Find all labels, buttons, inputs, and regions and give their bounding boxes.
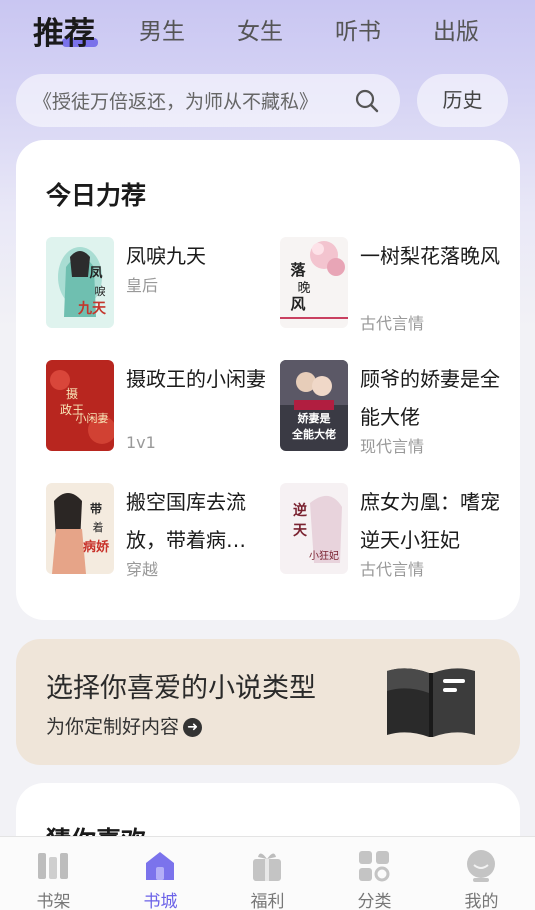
svg-text:摄: 摄 <box>66 386 78 401</box>
nav-label: 我的 <box>464 892 499 910</box>
book-item[interactable]: 摄 政王 小闲妻 摄政王的小闲妻 1v1 <box>46 360 276 460</box>
svg-text:唳: 唳 <box>95 284 106 298</box>
promo-subtitle[interactable]: 为你定制好内容 ➜ <box>46 712 203 739</box>
nav-profile[interactable]: 我的 <box>428 837 535 910</box>
book-item[interactable]: 娇妻是 全能大佬 顾爷的娇妻是全能大佬 现代言情 <box>280 360 510 460</box>
category-icon <box>359 851 390 882</box>
book-tag: 皇后 <box>126 276 159 295</box>
genre-preference-banner[interactable]: 选择你喜爱的小说类型 为你定制好内容 ➜ <box>16 639 520 765</box>
tab-female[interactable]: 女生 <box>237 12 283 46</box>
bookstore-icon <box>146 852 174 880</box>
book-item[interactable]: 逆 天 小狂妃 庶女为凰：嗜宠逆天小狂妃 古代言情 <box>280 483 510 583</box>
recommend-card: 今日力荐 凤 唳 九天 凤唳九天 皇后 落 晚 风 一树梨花落晚风 古代言情 摄… <box>16 140 520 620</box>
svg-text:带: 带 <box>90 501 102 516</box>
book-title[interactable]: 顾爷的娇妻是全能大佬 <box>360 360 500 436</box>
book-title[interactable]: 凤唳九天 <box>126 237 266 275</box>
tab-publishing[interactable]: 出版 <box>433 12 479 46</box>
book-item[interactable]: 带 着 病娇 搬空国库去流放，带着病… 穿越 <box>46 483 276 583</box>
tab-audiobook[interactable]: 听书 <box>335 12 381 46</box>
book-cover[interactable]: 带 着 病娇 <box>46 483 114 574</box>
svg-text:娇妻是: 娇妻是 <box>298 411 332 425</box>
history-button[interactable]: 历史 <box>417 74 508 127</box>
arrow-right-icon: ➜ <box>183 718 203 737</box>
promo-title: 选择你喜爱的小说类型 <box>46 673 316 704</box>
bookshelf-icon <box>38 853 68 879</box>
search-input[interactable]: 《授徒万倍返还，为师从不藏私》 <box>16 74 400 127</box>
book-title[interactable]: 搬空国库去流放，带着病… <box>126 483 266 559</box>
search-placeholder: 《授徒万倍返还，为师从不藏私》 <box>33 91 319 113</box>
book-title[interactable]: 摄政王的小闲妻 <box>126 360 266 398</box>
book-item[interactable]: 凤 唳 九天 凤唳九天 皇后 <box>46 237 276 337</box>
book-tag: 古代言情 <box>360 314 425 333</box>
book-item[interactable]: 落 晚 风 一树梨花落晚风 古代言情 <box>280 237 510 337</box>
profile-icon <box>467 850 495 882</box>
nav-bookstore[interactable]: 书城 <box>107 837 214 910</box>
book-title[interactable]: 庶女为凰：嗜宠逆天小狂妃 <box>360 483 500 559</box>
book-cover[interactable]: 落 晚 风 <box>280 237 348 328</box>
nav-label: 书架 <box>36 892 71 910</box>
svg-text:落: 落 <box>290 261 306 279</box>
svg-text:全能大佬: 全能大佬 <box>291 427 336 441</box>
svg-text:晚: 晚 <box>297 281 310 296</box>
book-cover[interactable]: 娇妻是 全能大佬 <box>280 360 348 451</box>
book-cover[interactable]: 逆 天 小狂妃 <box>280 483 348 574</box>
book-title[interactable]: 一树梨花落晚风 <box>360 237 500 275</box>
open-book-icon <box>387 668 475 737</box>
tab-recommend[interactable]: 推荐 <box>33 8 95 53</box>
book-tag: 古代言情 <box>360 560 425 579</box>
svg-text:天: 天 <box>293 523 308 539</box>
book-tag: 1v1 <box>126 433 156 452</box>
section-title: 今日力荐 <box>46 181 147 210</box>
svg-text:着: 着 <box>93 520 104 534</box>
tab-male[interactable]: 男生 <box>139 12 185 46</box>
nav-label: 分类 <box>357 892 392 910</box>
svg-text:风: 风 <box>290 295 305 313</box>
nav-bookshelf[interactable]: 书架 <box>0 837 107 910</box>
nav-category[interactable]: 分类 <box>321 837 428 910</box>
svg-text:小狂妃: 小狂妃 <box>309 550 339 562</box>
book-cover[interactable]: 摄 政王 小闲妻 <box>46 360 114 451</box>
svg-text:逆: 逆 <box>293 502 307 519</box>
promo-subtitle-text: 为你定制好内容 <box>46 716 180 738</box>
svg-text:九天: 九天 <box>77 301 107 317</box>
nav-label: 福利 <box>250 892 285 910</box>
search-icon[interactable] <box>354 88 380 114</box>
gift-icon <box>253 853 281 881</box>
book-tag: 穿越 <box>126 560 159 579</box>
svg-text:病娇: 病娇 <box>83 539 110 555</box>
svg-text:凤: 凤 <box>89 266 102 281</box>
svg-text:小闲妻: 小闲妻 <box>76 411 109 425</box>
nav-label: 书城 <box>143 892 178 910</box>
top-tab-bar: 推荐 男生 女生 听书 出版 <box>0 0 535 60</box>
nav-welfare[interactable]: 福利 <box>214 837 321 910</box>
book-cover[interactable]: 凤 唳 九天 <box>46 237 114 328</box>
bottom-navigation: 书架 书城 福利 分类 我的 <box>0 836 535 910</box>
book-tag: 现代言情 <box>360 437 425 456</box>
